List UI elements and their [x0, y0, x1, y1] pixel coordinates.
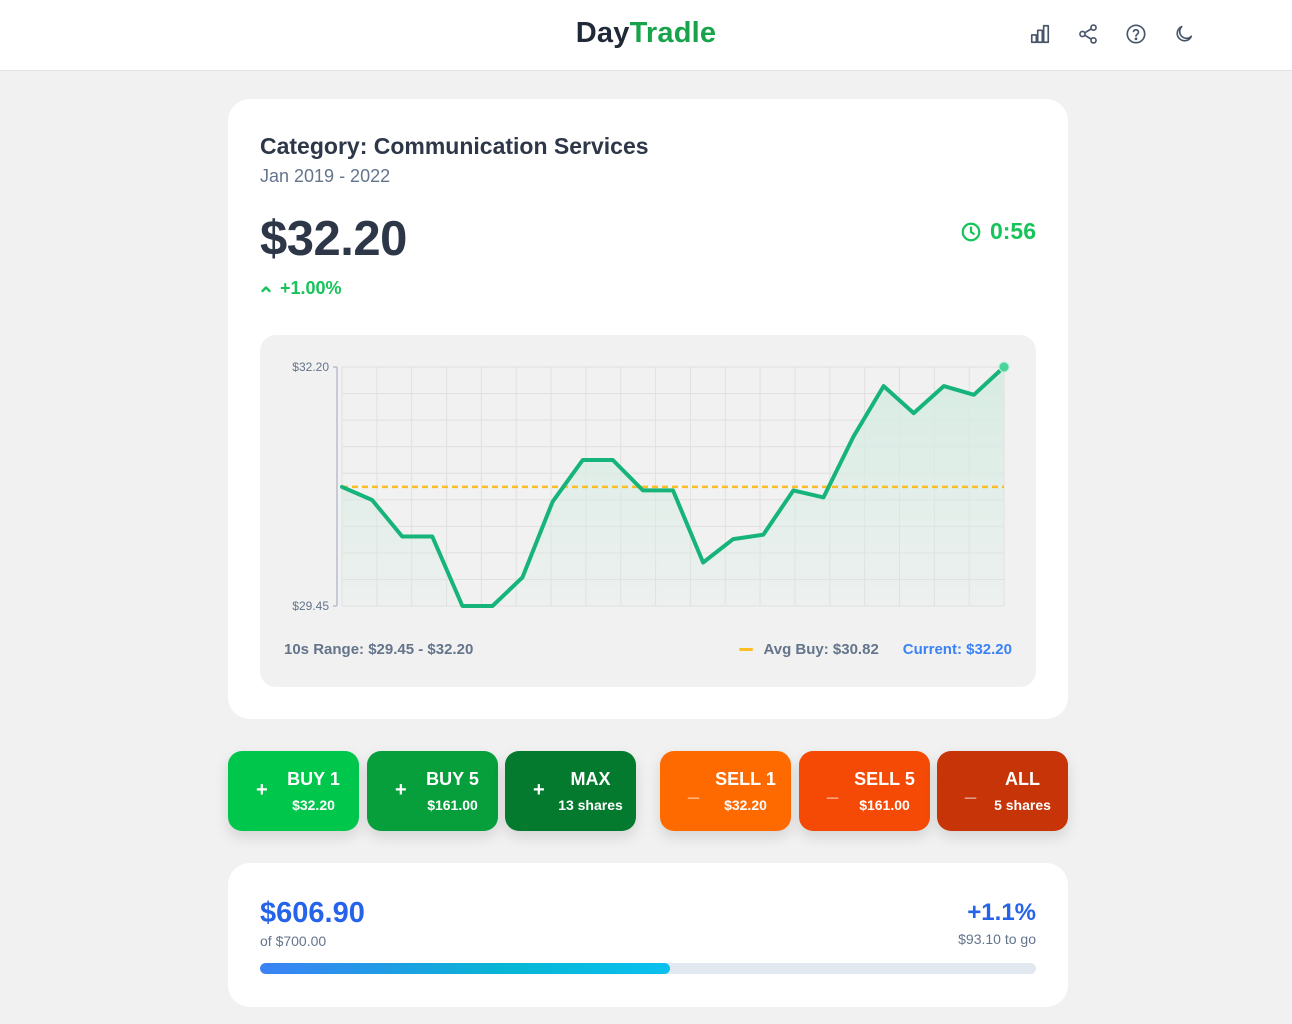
- button-sublabel: $32.20: [292, 797, 335, 813]
- plus-icon: +: [395, 779, 407, 801]
- avg-buy-legend: Avg Buy: $30.82: [739, 641, 879, 658]
- goal-target: of $700.00: [260, 933, 327, 949]
- avg-buy-label: Avg Buy: $30.82: [763, 641, 879, 658]
- current-label: Current: $32.20: [902, 641, 1012, 658]
- button-sublabel: $161.00: [859, 797, 910, 813]
- trade-buttons: + BUY 1 $32.20 + BUY 5 $161.00 + MAX 13 …: [228, 751, 1068, 831]
- chart-svg: $32.20 $29.45: [292, 360, 1010, 613]
- header-icons: [1028, 22, 1196, 46]
- countdown-timer: 0:56: [960, 218, 1036, 245]
- sell-all-button[interactable]: _ ALL 5 shares: [937, 751, 1068, 831]
- current-price: $32.20: [260, 212, 407, 266]
- buy-max-button[interactable]: + MAX 13 shares: [505, 751, 636, 831]
- goal-progress-fill: [260, 963, 670, 974]
- price-chart: $32.20 $29.45 10s Range: $29.45 - $32.20 …: [260, 335, 1036, 687]
- buy-5-button[interactable]: + BUY 5 $161.00: [367, 751, 498, 831]
- logo-day: Day: [575, 17, 630, 49]
- plus-icon: +: [533, 779, 545, 801]
- goal-card: $606.90 of $700.00 +1.1% $93.10 to go: [228, 863, 1068, 1007]
- stats-icon[interactable]: [1028, 22, 1052, 46]
- button-label: SELL 5: [854, 769, 915, 789]
- period-label: Jan 2019 - 2022: [260, 166, 391, 186]
- chevron-up-icon: [261, 285, 271, 292]
- button-label: BUY 1: [287, 769, 340, 789]
- button-label: BUY 5: [426, 769, 479, 789]
- logo-tradle: Tradle: [629, 17, 717, 49]
- sell-1-button[interactable]: _ SELL 1 $32.20: [660, 751, 791, 831]
- y-axis-label-min: $29.45: [292, 599, 329, 613]
- current-price-point: [998, 361, 1010, 373]
- goal-progress-bar: [260, 963, 1036, 974]
- plus-icon: +: [256, 779, 268, 801]
- button-sublabel: $161.00: [427, 797, 478, 813]
- button-sublabel: 5 shares: [994, 797, 1051, 813]
- minus-icon: _: [827, 779, 839, 801]
- stock-card: Category: Communication Services Jan 201…: [228, 99, 1068, 719]
- dark-mode-icon[interactable]: [1172, 22, 1196, 46]
- button-sublabel: 13 shares: [558, 797, 623, 813]
- y-axis-label-max: $32.20: [292, 360, 329, 374]
- button-label: SELL 1: [715, 769, 776, 789]
- portfolio-value: $606.90: [260, 897, 365, 929]
- sell-5-button[interactable]: _ SELL 5 $161.00: [799, 751, 930, 831]
- top-bar: DayTradle: [0, 0, 1292, 71]
- button-label: ALL: [1005, 769, 1040, 789]
- timer-value: 0:56: [989, 218, 1036, 244]
- chart-footer: 10s Range: $29.45 - $32.20 Avg Buy: $30.…: [284, 641, 1012, 658]
- category-title: Category: Communication Services: [260, 133, 649, 159]
- clock-icon: [961, 222, 981, 241]
- minus-icon: _: [965, 779, 977, 801]
- button-sublabel: $32.20: [724, 797, 767, 813]
- remaining-to-goal: $93.10 to go: [958, 931, 1036, 947]
- share-icon[interactable]: [1076, 22, 1100, 46]
- avg-buy-swatch: [739, 648, 754, 651]
- price-change-value: +1.00%: [280, 278, 342, 298]
- minus-icon: _: [688, 779, 700, 801]
- buy-1-button[interactable]: + BUY 1 $32.20: [228, 751, 359, 831]
- help-icon[interactable]: [1124, 22, 1148, 46]
- price-change: +1.00%: [260, 278, 342, 299]
- button-label: MAX: [570, 769, 611, 789]
- range-label: 10s Range: $29.45 - $32.20: [284, 641, 474, 658]
- portfolio-change: +1.1%: [967, 899, 1036, 926]
